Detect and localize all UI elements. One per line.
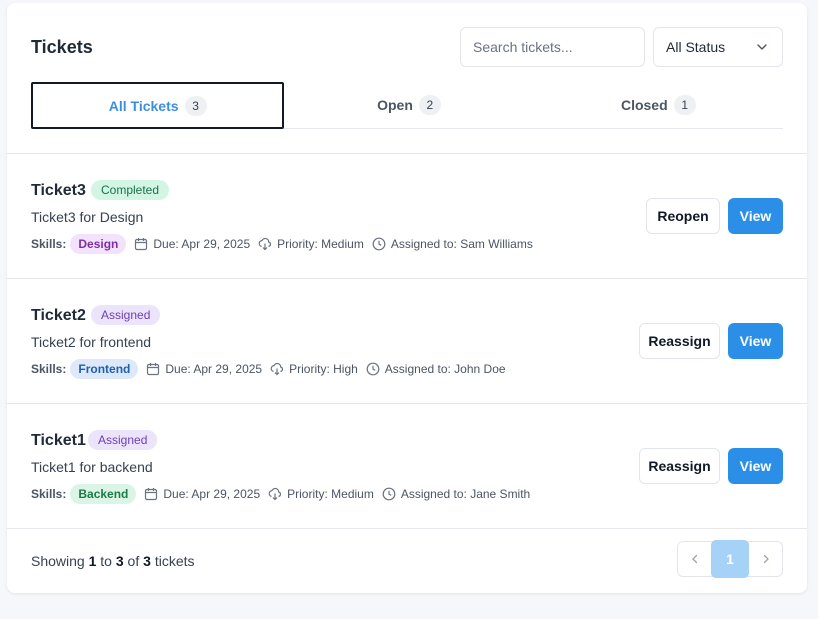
due-date: Due: Apr 29, 2025 — [146, 362, 262, 376]
view-button[interactable]: View — [728, 323, 783, 359]
summary-suffix: tickets — [154, 553, 195, 569]
footer-divider — [7, 528, 807, 529]
ticket-name: Ticket3 — [31, 182, 86, 199]
due-date-text: Due: Apr 29, 2025 — [165, 362, 263, 376]
ticket-meta: Skills: Backend Due: Apr 29, 2025 Priori… — [31, 484, 538, 504]
ticket-meta: Skills: Frontend Due: Apr 29, 2025 Prior… — [31, 359, 514, 379]
tickets-card: Tickets All Status All Tickets 3 Open 2 … — [7, 3, 807, 593]
clock-icon — [372, 237, 386, 251]
skills-label: Skills: — [31, 237, 67, 251]
skill-tag: Frontend — [70, 359, 139, 379]
skill-tag: Backend — [70, 484, 137, 504]
view-button[interactable]: View — [728, 448, 783, 484]
summary-prefix: Showing — [31, 553, 85, 569]
due-date-text: Due: Apr 29, 2025 — [153, 237, 251, 251]
reassign-button[interactable]: Reassign — [639, 448, 720, 484]
ticket-tabs: All Tickets 3 Open 2 Closed 1 — [31, 82, 783, 129]
view-button[interactable]: View — [728, 198, 783, 234]
assignee-text: Assigned to: Jane Smith — [400, 487, 531, 501]
ticket-name: Ticket2 — [31, 307, 86, 324]
summary-total: 3 — [143, 553, 151, 569]
reassign-button[interactable]: Reassign — [639, 323, 720, 359]
summary-from: 1 — [88, 553, 97, 569]
summary-of-word: of — [127, 553, 140, 569]
search-input[interactable] — [460, 27, 645, 67]
ticket-name: Ticket1 — [31, 432, 86, 449]
ticket-row: Ticket1 Assigned Ticket1 for backend Ski… — [7, 403, 807, 528]
cloud-download-icon — [268, 487, 282, 501]
status-badge: Assigned — [88, 430, 158, 450]
status-filter-select[interactable]: All Status — [653, 27, 783, 67]
tab-count-badge: 1 — [673, 95, 696, 115]
assignee: Assigned to: Jane Smith — [382, 487, 530, 501]
ticket-row: Ticket2 Assigned Ticket2 for frontend Sk… — [7, 278, 807, 403]
clock-icon — [366, 362, 380, 376]
clock-icon — [382, 487, 396, 501]
skills-label: Skills: — [31, 362, 67, 376]
tab-all-tickets[interactable]: All Tickets 3 — [31, 82, 285, 129]
calendar-icon — [145, 488, 158, 501]
calendar-icon — [147, 363, 160, 376]
ticket-description: Ticket3 for Design — [31, 209, 144, 225]
reopen-button[interactable]: Reopen — [646, 198, 720, 234]
priority-text: Priority: Medium — [287, 487, 374, 501]
summary-to: 3 — [115, 553, 124, 569]
status-filter-value: All Status — [666, 39, 726, 55]
priority: Priority: Medium — [268, 487, 374, 501]
pagination: 1 — [677, 540, 783, 578]
priority: Priority: Medium — [258, 237, 364, 251]
tab-count-badge: 3 — [184, 95, 207, 116]
tab-label: Open — [377, 97, 413, 113]
assignee: Assigned to: Sam Williams — [372, 237, 533, 251]
ticket-description: Ticket1 for backend — [31, 459, 153, 475]
assignee: Assigned to: John Doe — [366, 362, 506, 376]
page-button-current[interactable]: 1 — [711, 540, 749, 578]
prev-page-button[interactable] — [678, 542, 711, 576]
tab-open[interactable]: Open 2 — [284, 82, 533, 128]
assignee-text: Assigned to: John Doe — [384, 362, 506, 376]
ticket-description: Ticket2 for frontend — [31, 334, 152, 350]
tab-closed[interactable]: Closed 1 — [534, 82, 783, 128]
ticket-row: Ticket3 Completed Ticket3 for Design Ski… — [7, 153, 807, 278]
tab-label: Closed — [620, 97, 668, 113]
due-date: Due: Apr 29, 2025 — [144, 487, 260, 501]
skills-label: Skills: — [31, 487, 67, 501]
pagination-summary: Showing 1 to 3 of 3 tickets — [31, 553, 195, 569]
due-date-text: Due: Apr 29, 2025 — [163, 487, 261, 501]
chevron-down-icon — [757, 44, 767, 50]
page-title: Tickets — [31, 37, 93, 57]
tab-count-badge: 2 — [418, 95, 441, 115]
priority: Priority: High — [270, 362, 358, 376]
summary-to-word: to — [100, 553, 112, 569]
priority-text: Priority: Medium — [277, 237, 364, 251]
next-page-button[interactable] — [749, 542, 782, 576]
cloud-download-icon — [258, 237, 272, 251]
priority-text: Priority: High — [289, 362, 358, 376]
cloud-download-icon — [270, 362, 284, 376]
tab-label: All Tickets — [108, 97, 179, 114]
status-badge: Completed — [91, 180, 170, 200]
due-date: Due: Apr 29, 2025 — [134, 237, 250, 251]
status-badge: Assigned — [91, 305, 161, 325]
ticket-meta: Skills: Design Due: Apr 29, 2025 Priorit… — [31, 234, 541, 254]
chevron-left-icon — [691, 554, 697, 564]
chevron-right-icon — [763, 554, 769, 564]
assignee-text: Assigned to: Sam Williams — [390, 237, 533, 251]
calendar-icon — [135, 238, 148, 251]
skill-tag: Design — [70, 234, 127, 254]
